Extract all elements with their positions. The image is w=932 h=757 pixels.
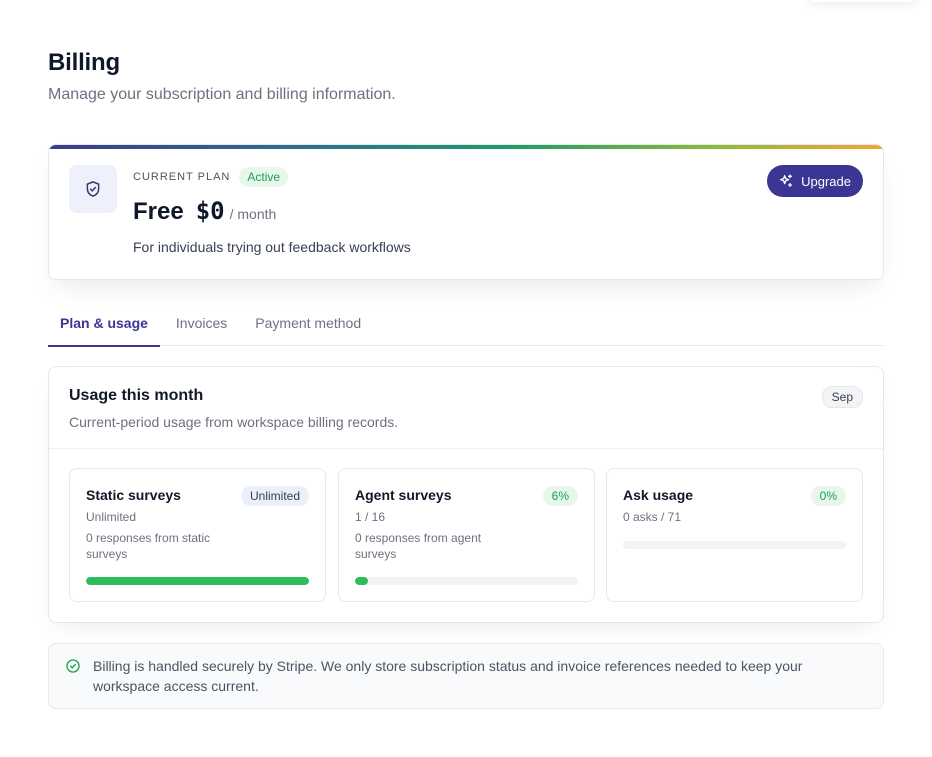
metric-ask-usage: Ask usage 0% 0 asks / 71 (606, 468, 863, 602)
upgrade-button-label: Upgrade (801, 173, 851, 189)
plan-gradient-bar (49, 145, 883, 149)
current-plan-card: CURRENT PLAN Active Free $0 / month For … (48, 144, 884, 280)
metric-progress-bar (355, 577, 578, 585)
metric-note: 0 responses from agent surveys (355, 531, 482, 561)
metric-title: Static surveys (86, 487, 181, 503)
plan-status-badge: Active (239, 167, 289, 187)
sparkles-icon (780, 174, 793, 187)
billing-tabs: Plan & usage Invoices Payment method (48, 300, 884, 347)
usage-month-badge: Sep (821, 386, 863, 408)
usage-title: Usage this month (69, 387, 204, 404)
tab-plan-usage[interactable]: Plan & usage (48, 300, 160, 347)
stripe-info-text: Billing is handled securely by Stripe. W… (93, 658, 803, 694)
metric-sub: Unlimited (86, 510, 137, 524)
usage-card: Usage this month Current-period usage fr… (48, 366, 884, 623)
plan-eyebrow: CURRENT PLAN (133, 171, 231, 183)
metric-sub: 1 / 16 (355, 510, 386, 524)
metric-badge: 6% (542, 486, 578, 506)
page-title: Billing (48, 49, 120, 76)
metric-title: Ask usage (623, 487, 694, 503)
metric-note: 0 responses from static surveys (86, 531, 211, 561)
metric-progress-fill (355, 577, 369, 585)
metric-title: Agent surveys (355, 487, 452, 503)
tab-invoices[interactable]: Invoices (164, 300, 239, 346)
metric-badge: 0% (810, 486, 846, 506)
metric-progress-bar (86, 577, 309, 585)
plan-icon-tile (69, 165, 117, 213)
page-header: Billing Manage your subscription and bil… (48, 49, 396, 104)
metric-progress-fill (86, 577, 309, 585)
metric-agent-surveys: Agent surveys 6% 1 / 16 0 responses from… (338, 468, 595, 602)
stripe-info-banner: Billing is handled securely by Stripe. W… (48, 643, 884, 709)
page-subtitle: Manage your subscription and billing inf… (48, 86, 396, 103)
plan-meta: CURRENT PLAN Active (133, 167, 289, 187)
plan-name: Free (133, 198, 184, 225)
check-circle-icon (66, 659, 80, 673)
plan-period: / month (229, 206, 277, 222)
plan-price: $0 (195, 197, 225, 225)
usage-divider (49, 448, 883, 449)
billing-page: Billing Manage your subscription and bil… (0, 0, 932, 757)
metric-badge: Unlimited (240, 486, 309, 506)
metric-progress-bar (623, 541, 846, 549)
plan-description: For individuals trying out feedback work… (133, 239, 411, 255)
metric-static-surveys: Static surveys Unlimited Unlimited 0 res… (69, 468, 326, 602)
tab-payment-method[interactable]: Payment method (243, 300, 373, 346)
shield-check-icon (86, 181, 100, 197)
metric-sub: 0 asks / 71 (623, 510, 682, 524)
top-popover-edge (808, 0, 918, 2)
upgrade-button[interactable]: Upgrade (767, 165, 863, 197)
plan-price-row: Free $0 / month (133, 197, 276, 226)
usage-subtitle: Current-period usage from workspace bill… (69, 414, 399, 430)
